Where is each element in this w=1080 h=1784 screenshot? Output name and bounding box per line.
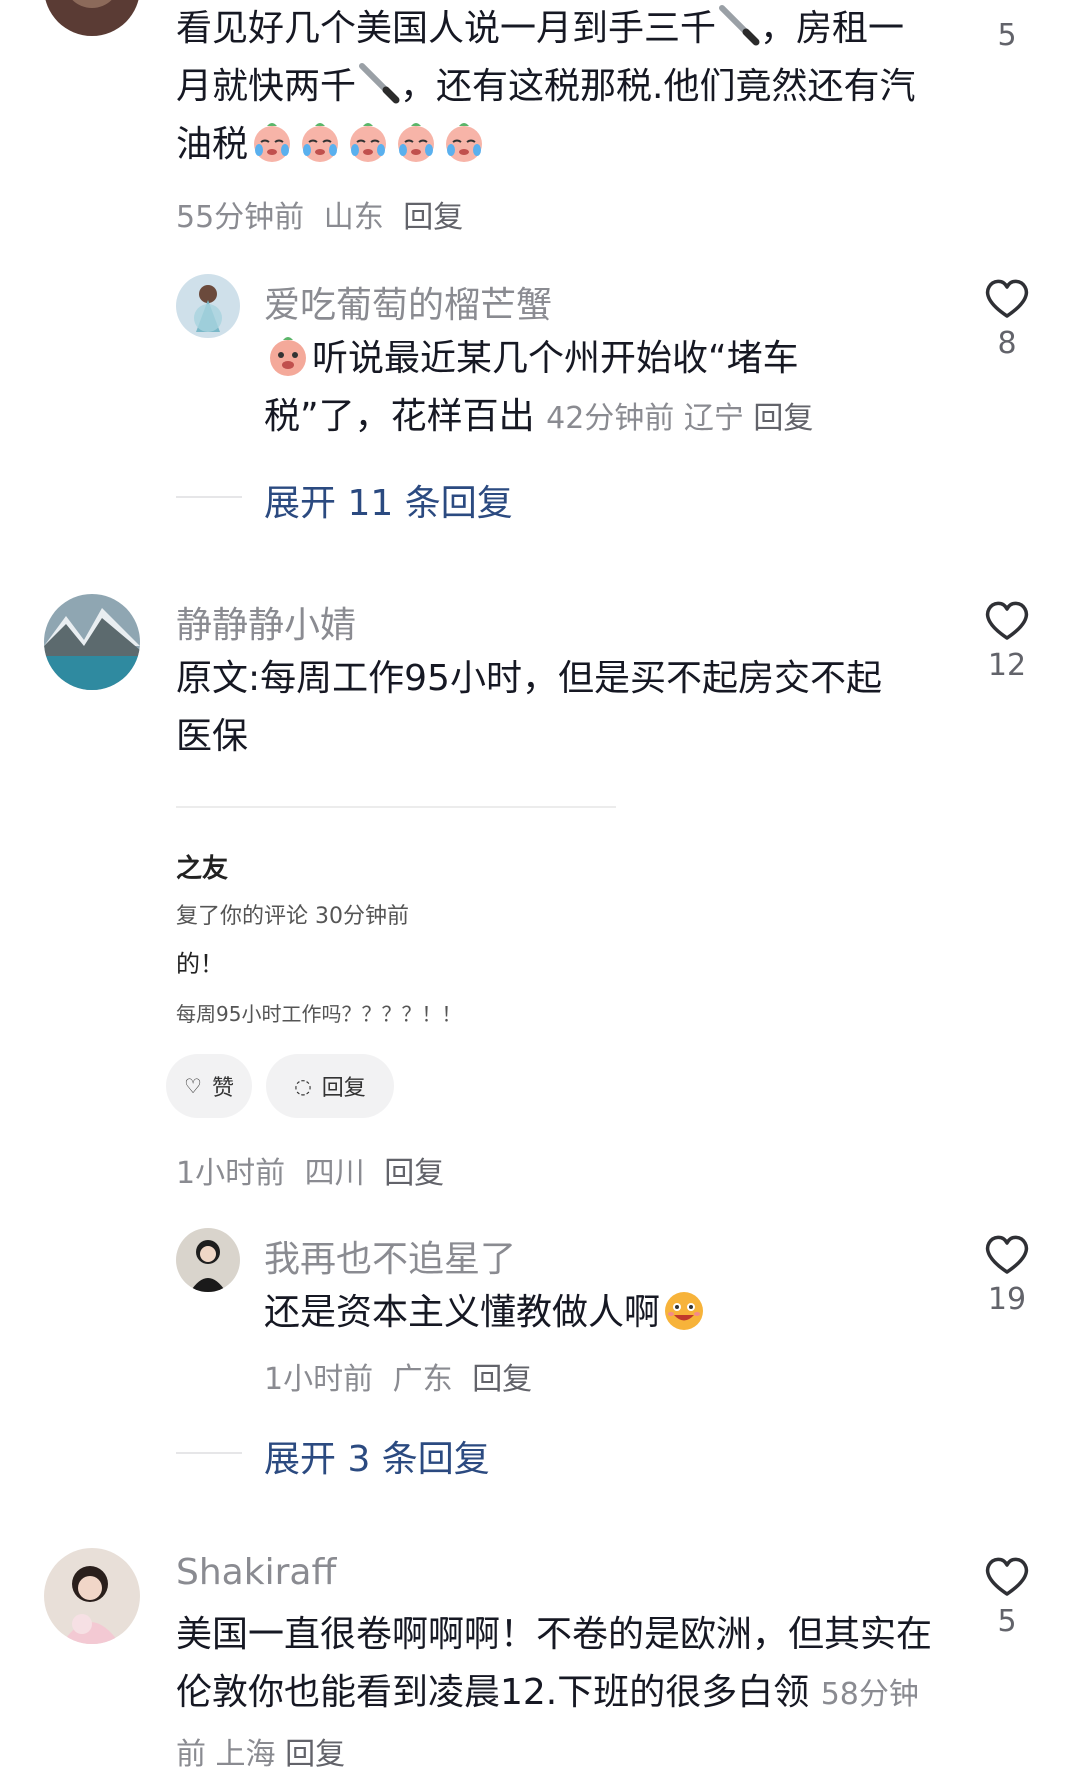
reply-button[interactable]: 回复	[403, 200, 463, 235]
comment-text: 看见好几个美国人说一月到手三千 ，房租一月就快两千 ，还有这税那税.他们竟然还有汽油…	[176, 0, 936, 174]
comment-meta: 1小时前 四川 回复	[176, 1148, 454, 1192]
like-count: 19	[987, 1282, 1027, 1317]
image-like-pill: ♡ 赞	[166, 1054, 252, 1118]
reply-text: 听说最近某几个州开始收“堵车税”了，花样百出 42分钟前 辽宁 回复	[264, 330, 924, 448]
heart-icon	[985, 1235, 1029, 1274]
crying-peach-emoji-icon	[441, 118, 487, 164]
like-count: 5	[997, 18, 1017, 53]
reply-location: 广东	[392, 1362, 453, 1397]
comment-location: 四川	[304, 1156, 365, 1191]
like-count: 12	[987, 648, 1027, 683]
comment-username[interactable]: Shakiraff	[176, 1552, 336, 1593]
like-button[interactable]: 8	[972, 276, 1042, 361]
comment-bubble-icon: ◌	[294, 1074, 312, 1098]
heart-icon	[985, 1557, 1029, 1596]
like-icon: ♡	[184, 1074, 202, 1098]
reply-text: 还是资本主义懂教做人啊	[264, 1284, 924, 1342]
crying-peach-emoji-icon	[345, 118, 391, 164]
divider	[176, 806, 616, 808]
like-button[interactable]: 19	[972, 1232, 1042, 1317]
like-button[interactable]: 5	[972, 1554, 1042, 1639]
heart-icon	[985, 279, 1029, 318]
avatar[interactable]	[176, 1228, 240, 1292]
reply-button[interactable]: 回复	[753, 401, 813, 436]
avatar[interactable]	[176, 274, 240, 338]
expand-replies-button[interactable]: 展开 11 条回复	[264, 474, 513, 526]
like-button[interactable]: 5	[972, 12, 1042, 53]
comment-meta: 55分钟前 山东 回复	[176, 192, 473, 236]
divider	[176, 1452, 242, 1454]
reply-username[interactable]: 我再也不追星了	[264, 1230, 516, 1282]
comment-text: 美国一直很卷啊啊啊！不卷的是欧洲，但其实在伦敦你也能看到凌晨12.下班的很多白领…	[176, 1614, 933, 1772]
peach-emoji-icon	[265, 332, 311, 378]
reply-button[interactable]: 回复	[384, 1156, 444, 1191]
reply-time: 1小时前	[264, 1362, 374, 1397]
image-text: 每周95小时工作吗？？？？！！	[176, 1002, 462, 1026]
crying-peach-emoji-icon	[297, 118, 343, 164]
crying-peach-emoji-icon	[249, 118, 295, 164]
like-count: 5	[997, 1604, 1017, 1639]
comment-location: 上海	[215, 1737, 276, 1772]
image-subtitle: 复了你的评论 30分钟前	[176, 904, 409, 929]
image-title: 之友	[176, 854, 229, 884]
grin-emoji-icon	[661, 1286, 707, 1332]
comment-time: 1小时前	[176, 1156, 286, 1191]
avatar[interactable]	[44, 0, 140, 36]
reply-button[interactable]: 回复	[285, 1737, 345, 1772]
like-button[interactable]: 12	[972, 598, 1042, 683]
comment-location: 山东	[323, 200, 384, 235]
knife-emoji-icon	[716, 2, 760, 46]
reply-username[interactable]: 爱吃葡萄的榴芒蟹	[264, 276, 552, 328]
comment-text: 原文:每周工作95小时，但是买不起房交不起医保	[176, 658, 882, 757]
like-count: 8	[997, 326, 1017, 361]
comment-image[interactable]: 之友 复了你的评论 30分钟前 的！ 每周95小时工作吗？？？？！！ ♡ 赞 ◌…	[166, 806, 616, 1126]
reply-time: 42分钟前	[546, 401, 675, 436]
knife-emoji-icon	[356, 60, 400, 104]
reply-meta: 1小时前 广东 回复	[264, 1354, 542, 1398]
comment-time: 55分钟前	[176, 200, 305, 235]
expand-replies-button[interactable]: 展开 3 条回复	[264, 1430, 490, 1482]
image-text: 的！	[176, 950, 224, 978]
reply-button[interactable]: 回复	[472, 1362, 532, 1397]
reply-location: 辽宁	[683, 401, 744, 436]
image-reply-pill: ◌ 回复	[266, 1054, 394, 1118]
avatar[interactable]	[44, 594, 140, 690]
comment-username[interactable]: 静静静小婧	[176, 596, 356, 648]
avatar[interactable]	[44, 1548, 140, 1644]
divider	[176, 496, 242, 498]
heart-icon	[985, 601, 1029, 640]
crying-peach-emoji-icon	[393, 118, 439, 164]
